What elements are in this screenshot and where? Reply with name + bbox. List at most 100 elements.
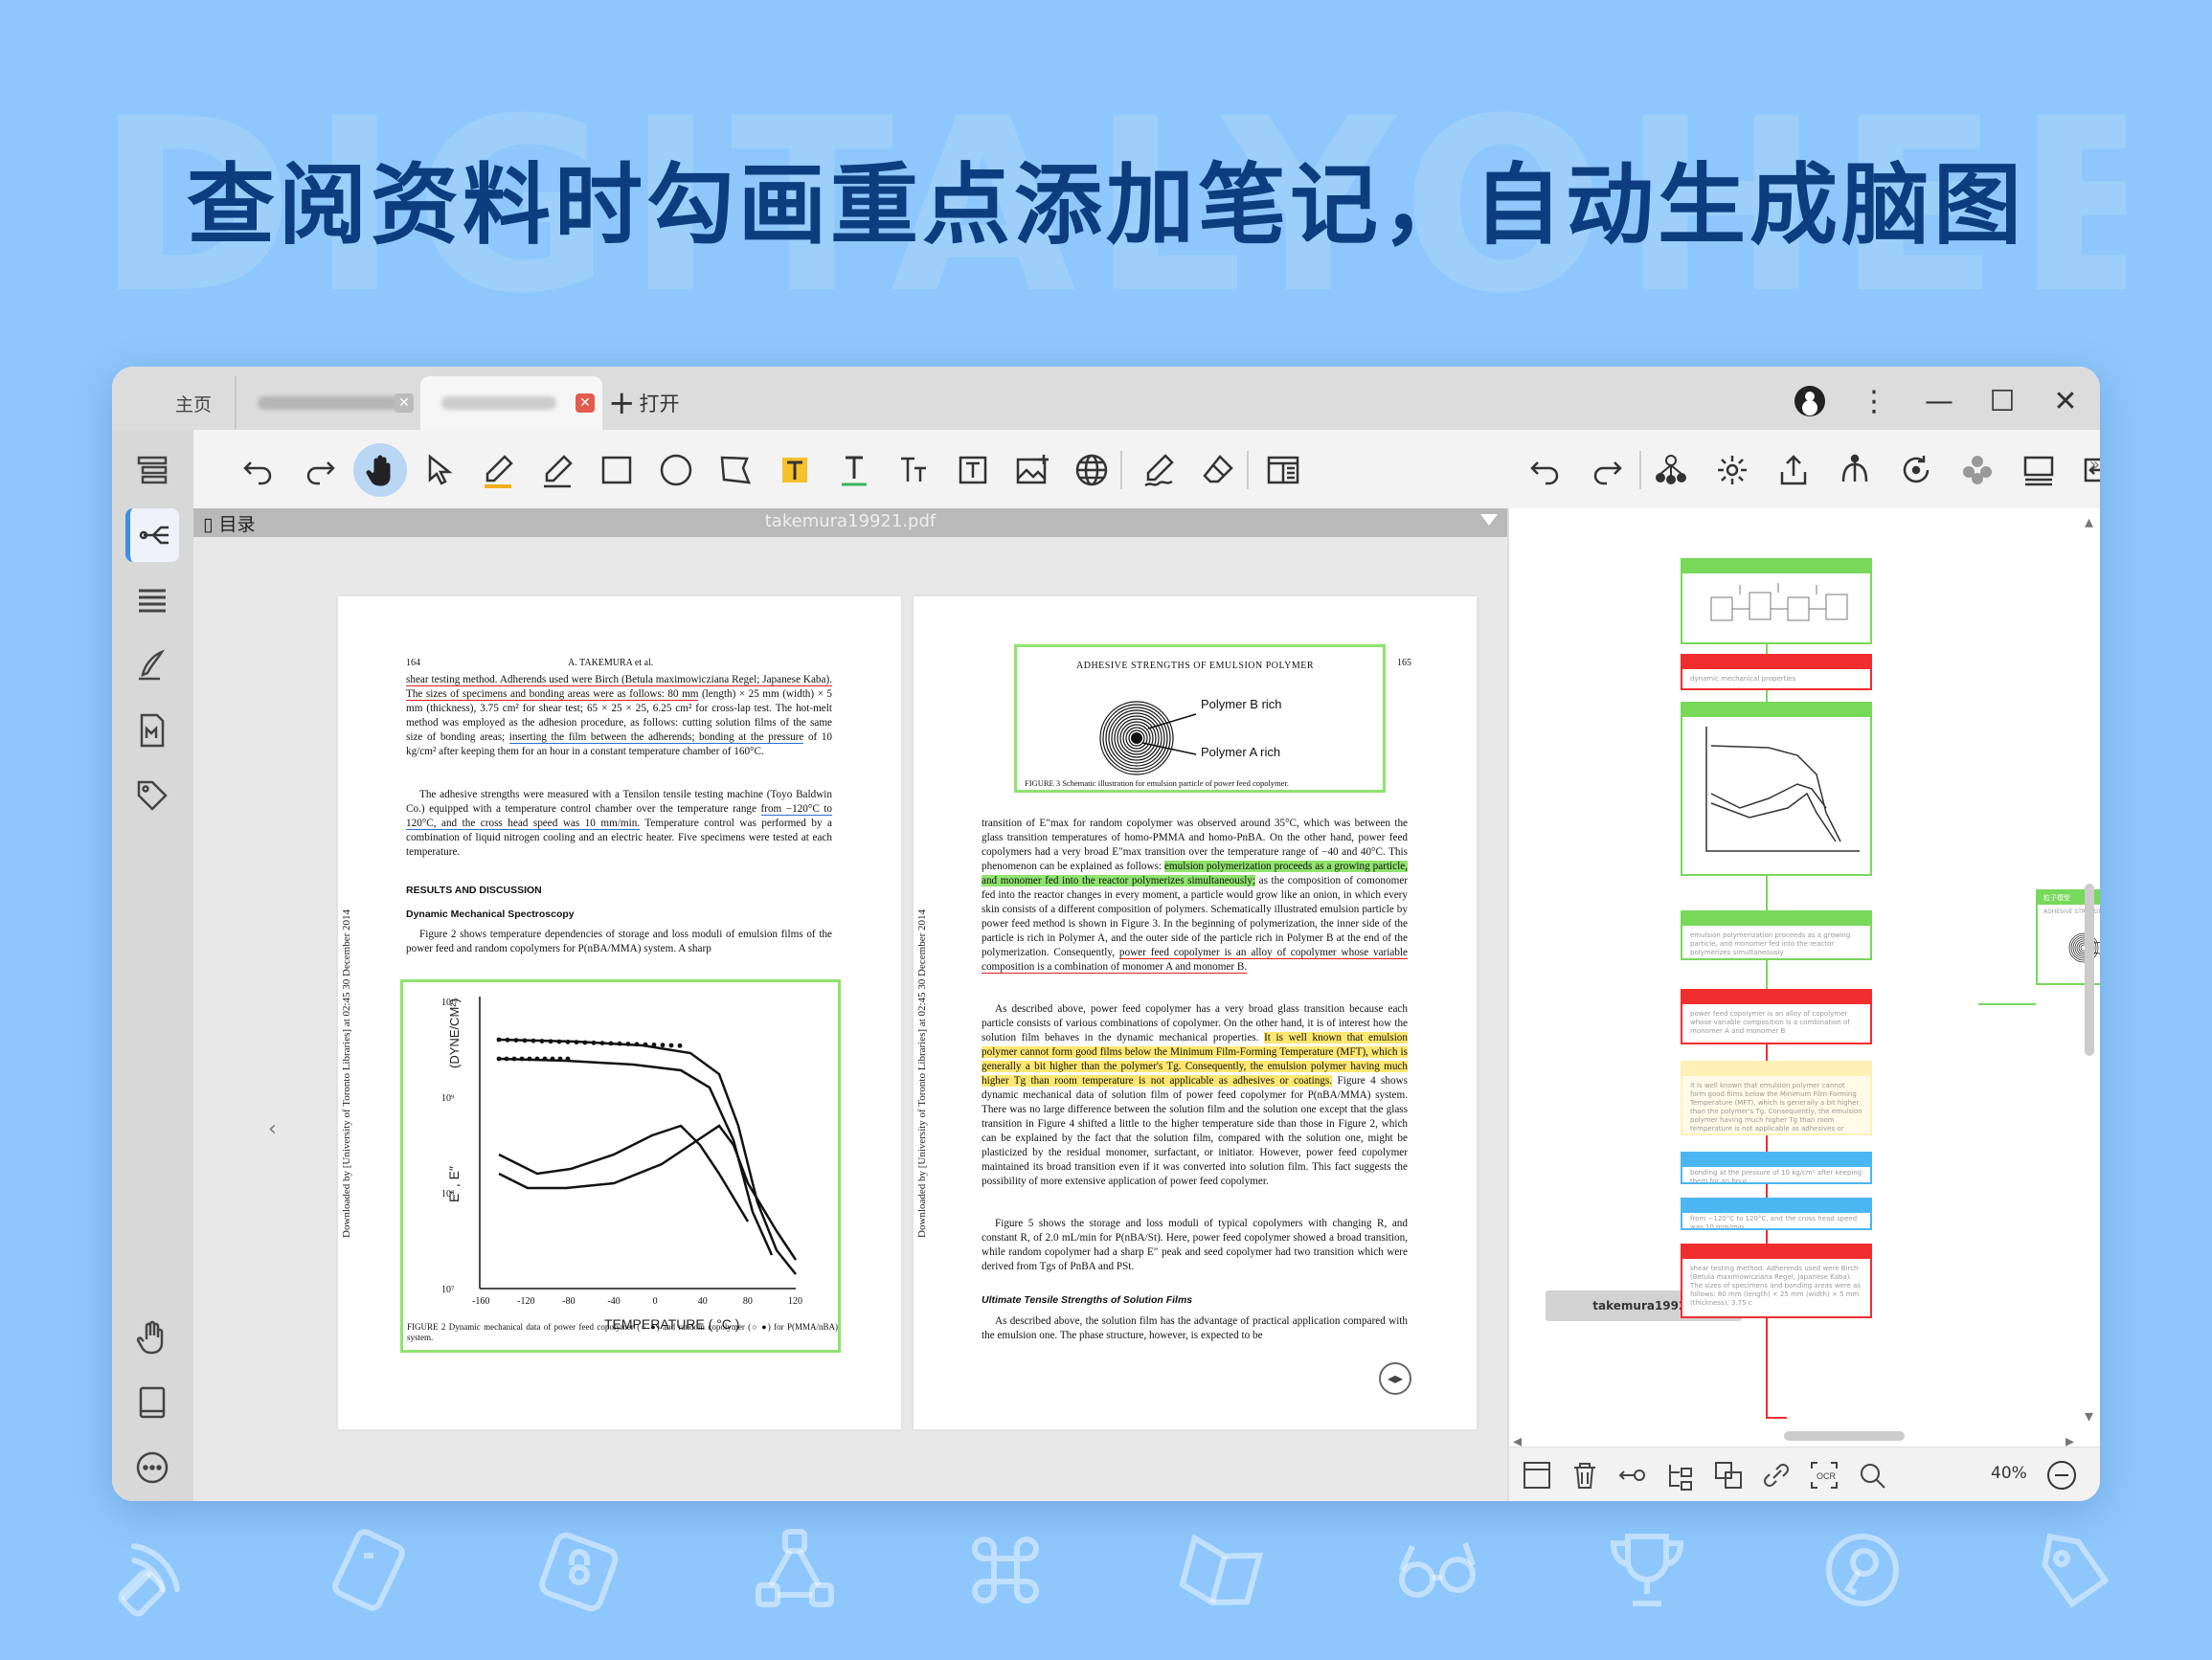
select-arrow-icon[interactable] (412, 443, 465, 497)
add-sibling-icon[interactable] (1664, 1459, 1697, 1492)
mindmap-node-8[interactable]: from −120°C to 120°C, and the cross head… (1681, 1198, 1872, 1230)
book-icon (1173, 1522, 1269, 1618)
account-icon[interactable] (1794, 386, 1825, 416)
scroll-up-icon[interactable]: ▴ (2085, 512, 2093, 532)
data-point (527, 1056, 532, 1062)
undo-icon[interactable] (1519, 443, 1572, 497)
scroll-down-icon[interactable]: ▾ (2085, 1406, 2093, 1426)
data-point (660, 1043, 666, 1048)
horizontal-scrollbar[interactable] (1784, 1431, 1905, 1441)
open-button[interactable]: + 打开 (608, 376, 694, 430)
toolbar-divider (1639, 451, 1641, 489)
pen-icon[interactable] (125, 639, 179, 692)
x-tick-label: -40 (607, 1296, 620, 1307)
paragraph-1: transition of E″max for random copolymer… (982, 818, 1409, 974)
link-icon[interactable] (1760, 1459, 1793, 1492)
tab-document-1[interactable]: ✕ (235, 376, 421, 430)
mindmap-node-figure-1[interactable] (1681, 558, 1872, 644)
refresh-icon[interactable] (1889, 443, 1943, 497)
mindmap-node-7[interactable]: bonding at the pressure of 10 kg/cm² aft… (1681, 1152, 1872, 1184)
rectangle-icon[interactable] (590, 443, 643, 497)
eraser-icon[interactable] (1191, 443, 1245, 497)
maximize-icon[interactable]: ☐ (1983, 382, 2021, 420)
text-underline-icon[interactable] (827, 443, 881, 497)
redo-icon[interactable] (1580, 443, 1634, 497)
add-child-icon[interactable] (1616, 1459, 1649, 1492)
pencil-icon[interactable] (530, 443, 584, 497)
layout-icon[interactable] (1256, 443, 1310, 497)
mindmap-icon[interactable] (125, 508, 179, 562)
figure-3-caption: FIGURE 3 Schematic illustration for emul… (1025, 778, 1289, 788)
node-thumbnail (1710, 583, 1848, 621)
more-vertical-icon[interactable]: ⋮ (1855, 382, 1893, 420)
markdown-doc-icon[interactable] (125, 704, 179, 757)
list-outline-icon[interactable] (125, 443, 179, 497)
ocr-icon[interactable]: OCR (1808, 1459, 1840, 1492)
mindmap-node-6[interactable]: It is well known that emulsion polymer c… (1681, 1061, 1872, 1135)
mindmap-node-figure-2[interactable] (1681, 702, 1872, 876)
annotation-underline-blue[interactable]: inserting the film between the adherends… (508, 731, 804, 744)
left-rail (112, 430, 193, 1501)
mindmap-node-5[interactable]: power feed copolymer is an alloy of copo… (1681, 989, 1872, 1044)
outline-icon[interactable] (2012, 443, 2065, 497)
toolbar-overflow[interactable]: » (2089, 455, 2100, 475)
figure-2-highlight[interactable]: 10¹⁰ 10⁹ 10⁸ 10⁷ -160 -120 -80 -40 0 40 80 120 (DY… (400, 979, 841, 1353)
search-icon[interactable] (1856, 1459, 1888, 1492)
data-point (504, 1056, 509, 1062)
data-point (668, 1043, 674, 1048)
export-icon[interactable] (1767, 443, 1820, 497)
more-icon[interactable] (125, 1441, 179, 1494)
image-icon[interactable] (1005, 443, 1059, 497)
delete-icon[interactable] (1569, 1459, 1601, 1492)
hand-tool-icon[interactable] (353, 443, 407, 497)
mindmap-node-9[interactable]: shear testing method. Adherends used wer… (1681, 1244, 1872, 1318)
mindmap-node-4[interactable]: emulsion polymerization proceeds as a gr… (1681, 910, 1872, 960)
undo-icon[interactable] (232, 443, 285, 497)
data-point (582, 1040, 588, 1045)
polygon-icon[interactable] (709, 443, 762, 497)
data-point (625, 1042, 631, 1046)
x-tick-label: -120 (517, 1296, 534, 1307)
running-header: A. TAKEMURA et al. (568, 658, 654, 668)
settings-icon[interactable] (1705, 443, 1759, 497)
text-highlight-icon[interactable] (768, 443, 822, 497)
tab-home[interactable]: 主页 (141, 376, 246, 430)
svg-text:OCR: OCR (1817, 1471, 1837, 1481)
hand-icon[interactable] (125, 1311, 179, 1364)
mindmap-node-2[interactable]: dynamic mechanical properties (1681, 654, 1872, 690)
menu-icon[interactable] (125, 573, 179, 627)
theme-icon[interactable] (1951, 443, 2004, 497)
network-icon (747, 1522, 843, 1618)
globe-icon[interactable] (1065, 443, 1118, 497)
tab-document-2[interactable]: ✕ (420, 376, 602, 430)
collapse-toggle-icon[interactable]: ◂▸ (1379, 1362, 1411, 1395)
page-number: 165 (1397, 658, 1411, 668)
zoom-out-icon[interactable] (2045, 1459, 2078, 1492)
book-icon[interactable] (125, 1376, 179, 1429)
outline-view-icon[interactable] (1521, 1459, 1553, 1492)
pdf-viewer[interactable]: ‹ Downloaded by [University of Toronto L… (193, 537, 1507, 1501)
vertical-scrollbar[interactable] (2085, 884, 2094, 1056)
redo-icon[interactable] (293, 443, 347, 497)
chevron-left-icon[interactable]: ‹ (268, 1117, 277, 1141)
signature-icon[interactable] (1132, 443, 1185, 497)
ellipse-icon[interactable] (649, 443, 703, 497)
tab-bar: 主页 ✕ ✕ + 打开 ⋮ — ☐ ✕ (112, 367, 2100, 430)
node-style-icon[interactable] (1644, 443, 1698, 497)
close-icon[interactable]: ✕ (576, 393, 595, 413)
pdf-file-name: takemura19921.pdf (764, 511, 937, 531)
tag-icon[interactable] (125, 769, 179, 822)
chevron-down-icon[interactable] (1480, 514, 1498, 526)
command-icon (958, 1522, 1053, 1618)
data-point (505, 1037, 510, 1043)
copy-node-icon[interactable] (1712, 1459, 1745, 1492)
text-strikeout-icon[interactable] (887, 443, 940, 497)
minimize-icon[interactable]: — (1920, 382, 1958, 420)
highlighter-icon[interactable] (471, 443, 525, 497)
structure-icon[interactable] (1828, 443, 1882, 497)
figure-3-highlight[interactable]: ADHESIVE STRENGTHS OF EMULSION POLYMER P… (1014, 644, 1386, 793)
close-icon[interactable]: ✕ (395, 393, 414, 413)
pdf-header: ▯ 目录 takemura19921.pdf (193, 508, 1507, 537)
textbox-icon[interactable] (946, 443, 1000, 497)
close-icon[interactable]: ✕ (2046, 382, 2085, 420)
